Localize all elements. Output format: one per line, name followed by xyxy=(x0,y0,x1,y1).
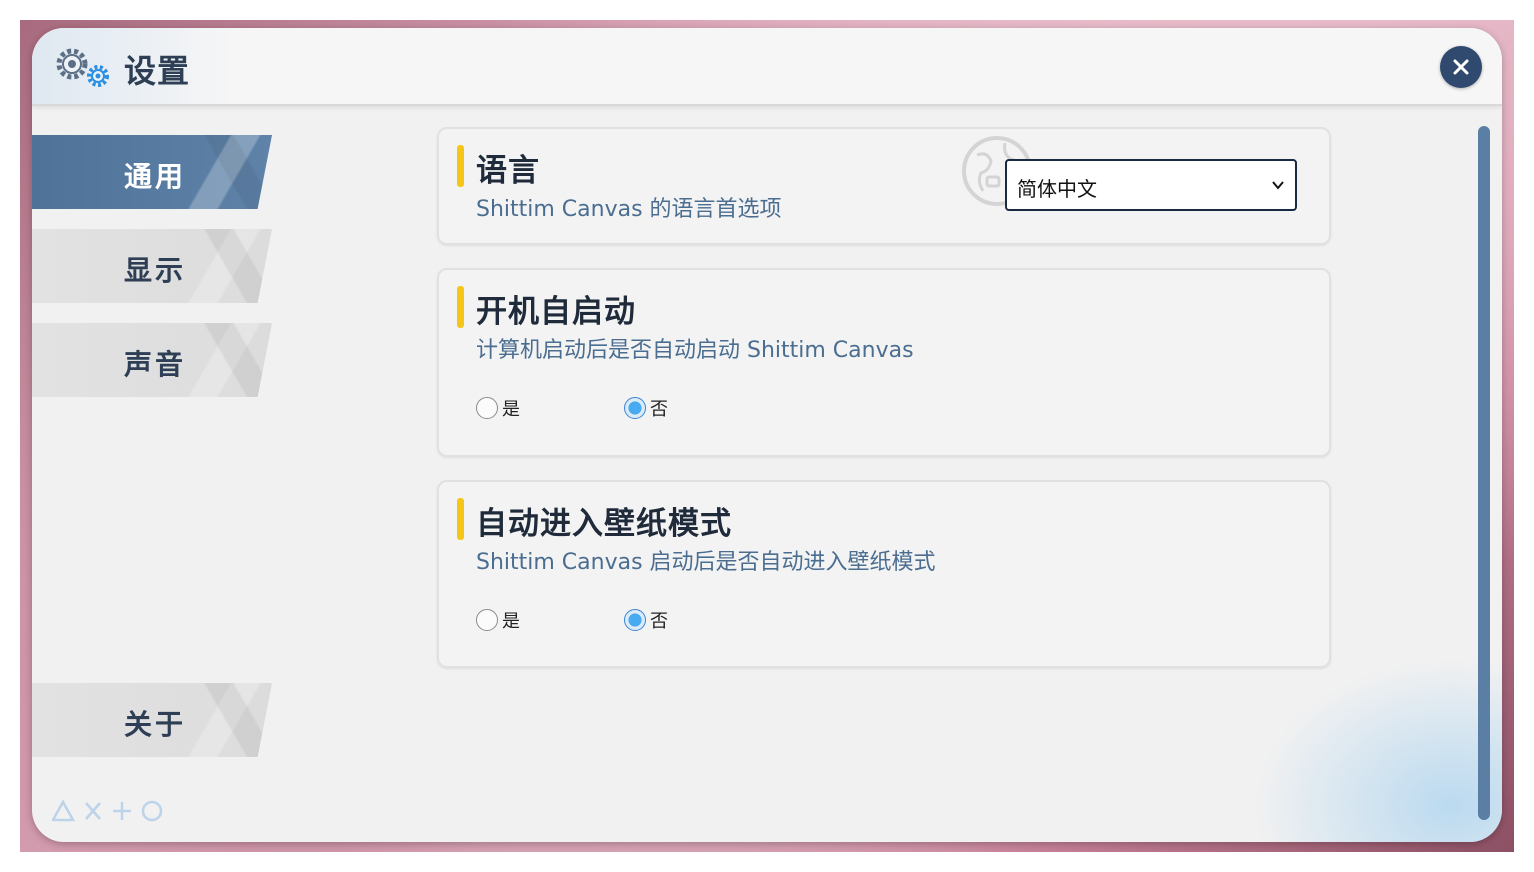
wallpaper-description: Shittim Canvas 启动后是否自动进入壁纸模式 xyxy=(476,550,936,575)
radio-label: 是 xyxy=(502,399,520,420)
language-select[interactable]: 简体中文 xyxy=(1005,159,1297,211)
corner-decoration xyxy=(1252,658,1502,842)
title-bar: 设置 xyxy=(32,28,1502,106)
nav-tab-label: 关于 xyxy=(124,708,187,741)
tab-decoration xyxy=(182,229,272,303)
nav-tab-about[interactable]: 关于 xyxy=(32,683,272,757)
nav-tab-general[interactable]: 通用 xyxy=(32,135,272,209)
page-title: 设置 xyxy=(124,52,191,90)
chevron-down-icon xyxy=(1272,181,1284,190)
autostart-radio-group: 是 否 xyxy=(476,394,876,422)
autostart-title: 开机自启动 xyxy=(476,294,636,330)
nav-tab-label: 通用 xyxy=(124,160,187,193)
close-button[interactable] xyxy=(1440,46,1482,88)
wallpaper-option-no[interactable]: 否 xyxy=(624,606,668,634)
gears-icon xyxy=(56,48,109,87)
radio-button[interactable] xyxy=(476,609,498,631)
footer-symbols xyxy=(52,799,163,822)
autostart-option-no[interactable]: 否 xyxy=(624,394,668,422)
radio-label: 否 xyxy=(650,611,668,632)
autostart-description: 计算机启动后是否自动启动 Shittim Canvas xyxy=(476,338,914,363)
language-card: 语言 Shittim Canvas 的语言首选项 简体中文 xyxy=(437,127,1331,245)
radio-button[interactable] xyxy=(476,397,498,419)
wallpaper-radio-group: 是 否 xyxy=(476,606,876,634)
close-icon xyxy=(1453,59,1469,75)
tab-decoration xyxy=(182,323,272,397)
language-select-value: 简体中文 xyxy=(1017,177,1097,201)
tab-decoration xyxy=(182,683,272,757)
tab-decoration xyxy=(182,135,272,209)
circle-icon xyxy=(141,800,163,822)
settings-window: 设置 通用 显示 声音 关于 语言 Shittim Canvas 的语言首选项 … xyxy=(32,28,1502,842)
radio-button[interactable] xyxy=(624,397,646,419)
nav-tab-sound[interactable]: 声音 xyxy=(32,323,272,397)
nav-tab-label: 声音 xyxy=(124,348,187,381)
language-description: Shittim Canvas 的语言首选项 xyxy=(476,197,782,222)
wallpaper-option-yes[interactable]: 是 xyxy=(476,606,520,634)
nav-tab-display[interactable]: 显示 xyxy=(32,229,272,303)
wallpaper-card: 自动进入壁纸模式 Shittim Canvas 启动后是否自动进入壁纸模式 是 … xyxy=(437,480,1331,668)
cross-icon xyxy=(85,802,101,820)
plus-icon xyxy=(113,802,131,820)
accent-bar xyxy=(457,145,464,187)
wallpaper-title: 自动进入壁纸模式 xyxy=(476,506,732,542)
accent-bar xyxy=(457,286,464,328)
radio-button[interactable] xyxy=(624,609,646,631)
autostart-option-yes[interactable]: 是 xyxy=(476,394,520,422)
language-title: 语言 xyxy=(476,153,540,189)
radio-label: 是 xyxy=(502,611,520,632)
triangle-icon xyxy=(52,799,76,822)
autostart-card: 开机自启动 计算机启动后是否自动启动 Shittim Canvas 是 否 xyxy=(437,268,1331,457)
scrollbar[interactable] xyxy=(1478,126,1490,820)
nav-tab-label: 显示 xyxy=(124,254,187,287)
accent-bar xyxy=(457,498,464,540)
radio-label: 否 xyxy=(650,399,668,420)
